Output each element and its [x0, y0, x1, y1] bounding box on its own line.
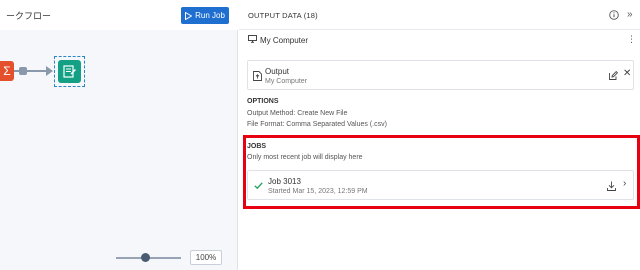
zoom-level-input[interactable]: 100%	[190, 250, 222, 265]
play-icon	[185, 11, 193, 20]
run-job-label: Run Job	[195, 11, 225, 20]
connection-anchor[interactable]	[19, 67, 27, 75]
panel-header: OUTPUT DATA (18) »	[239, 0, 640, 30]
remove-output-icon[interactable]: ✕	[623, 68, 631, 79]
panel-title: OUTPUT DATA (18)	[248, 11, 318, 20]
run-job-button[interactable]: Run Job	[181, 7, 229, 24]
output-card[interactable]: Output My Computer ✕	[247, 60, 634, 90]
zoom-slider-thumb[interactable]	[140, 253, 150, 262]
output-location: My Computer	[265, 78, 308, 85]
edit-icon[interactable]	[609, 71, 618, 80]
computer-icon	[248, 35, 257, 43]
workflow-canvas[interactable]: ークフロー Run Job Σ 100%	[0, 0, 238, 270]
options-heading: OPTIONS	[247, 98, 279, 105]
collapse-panel-icon[interactable]: »	[627, 9, 633, 20]
summarize-tool-node[interactable]: Σ	[0, 61, 14, 81]
canvas-toolbar: ークフロー Run Job	[0, 0, 238, 30]
output-tool-node[interactable]	[58, 60, 81, 83]
location-label: My Computer	[260, 36, 309, 45]
file-format-text: File Format: Comma Separated Values (.cs…	[247, 121, 387, 128]
workflow-title: ークフロー	[6, 11, 52, 21]
connection-arrow-icon	[46, 66, 53, 76]
info-icon[interactable]	[609, 10, 619, 20]
jobs-highlight-box	[243, 135, 640, 209]
file-upload-icon	[253, 71, 262, 81]
output-data-icon	[63, 65, 76, 78]
location-row[interactable]: My Computer ⋮	[239, 31, 640, 48]
output-method-text: Output Method: Create New File	[247, 110, 348, 117]
sigma-icon: Σ	[3, 64, 11, 78]
output-name: Output	[265, 67, 290, 76]
more-options-icon[interactable]: ⋮	[627, 34, 636, 45]
